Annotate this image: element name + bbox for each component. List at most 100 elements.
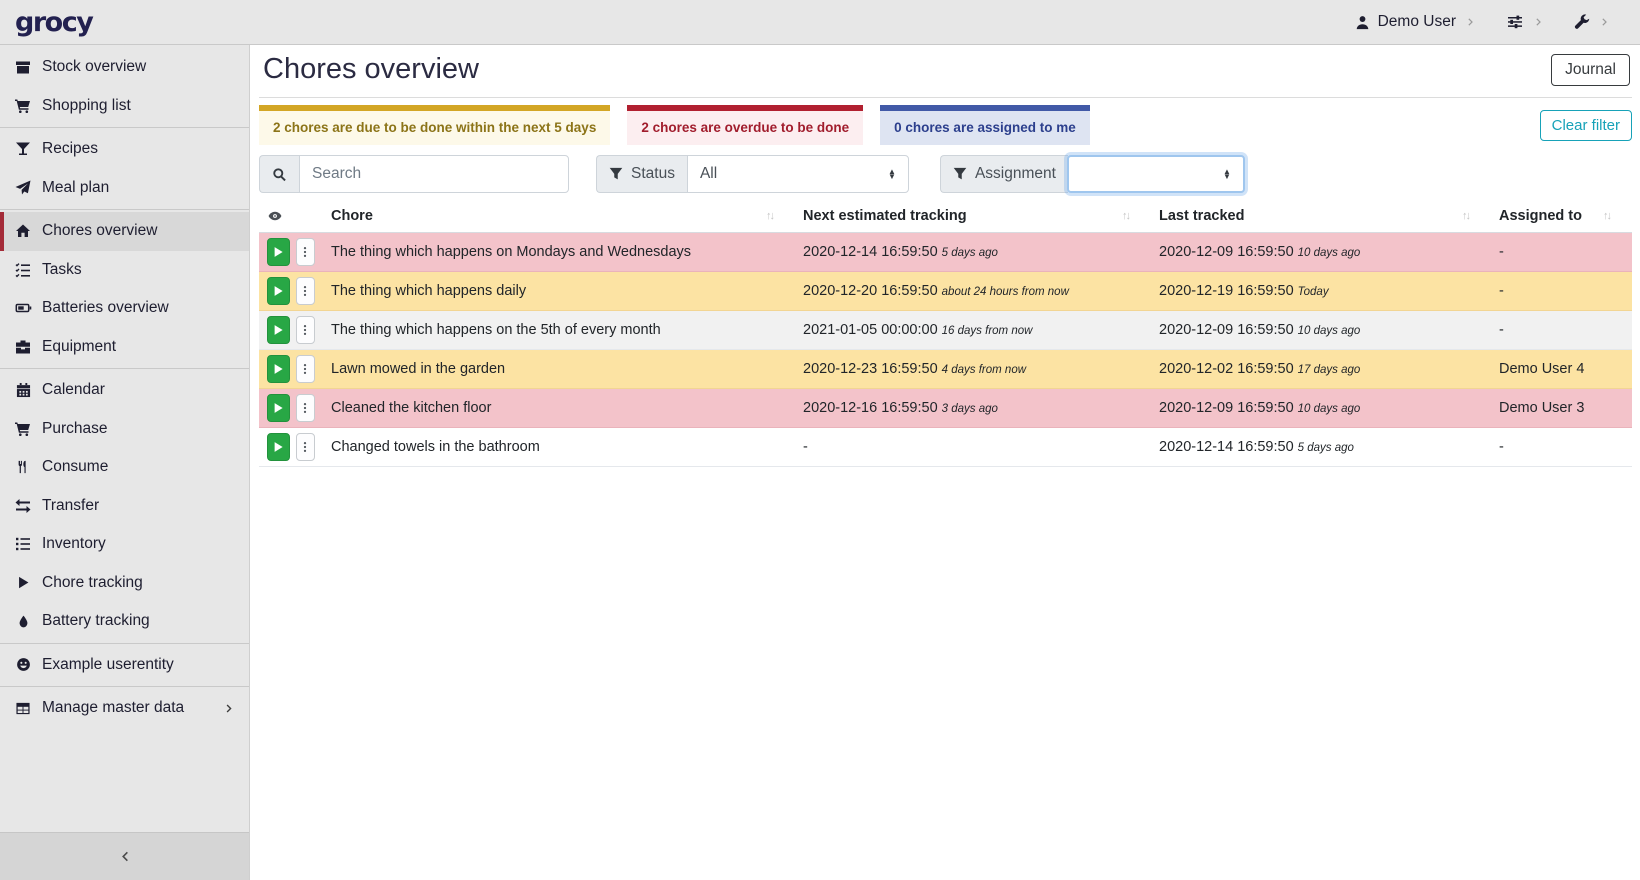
sidebar-item-label: Equipment [42,338,116,356]
sidebar-item-recipes[interactable]: Recipes [0,130,249,169]
settings-menu[interactable] [1506,14,1544,30]
next-tracking-relative: about 24 hours from now [942,286,1069,298]
sidebar-item-batteries-overview[interactable]: Batteries overview [0,289,249,328]
search-addon [259,155,299,193]
sidebar-item-inventory[interactable]: Inventory [0,525,249,564]
tint-icon [14,614,32,629]
page-header: Chores overview Journal [259,49,1632,98]
sidebar-item-example-userentity[interactable]: Example userentity [0,646,249,685]
chore-name[interactable]: Lawn mowed in the garden [323,350,795,389]
row-menu-button[interactable] [296,316,315,344]
sidebar-item-label: Shopping list [42,97,131,115]
journal-button[interactable]: Journal [1551,54,1630,86]
last-tracked-date: 2020-12-19 16:59:50 [1159,283,1294,299]
top-bar: grocy Demo User [0,0,1640,45]
chore-name[interactable]: Cleaned the kitchen floor [323,389,795,428]
next-tracking-date: 2020-12-14 16:59:50 [803,244,938,260]
header-chore[interactable]: Chore↑↓ [323,202,795,233]
sidebar-item-purchase[interactable]: Purchase [0,410,249,449]
sidebar-item-manage-master-data[interactable]: Manage master data [0,689,249,728]
sidebar-item-consume[interactable]: Consume [0,448,249,487]
table-row: Cleaned the kitchen floor 2020-12-16 16:… [259,389,1632,428]
admin-tools-menu[interactable] [1574,14,1610,30]
track-chore-button[interactable] [267,394,290,422]
last-tracked-cell: 2020-12-14 16:59:505 days ago [1151,428,1491,467]
sidebar-item-chore-tracking[interactable]: Chore tracking [0,564,249,603]
status-filter-label: Status [596,155,687,193]
sidebar-item-chores-overview[interactable]: Chores overview [0,212,249,251]
box-icon [14,59,32,75]
row-menu-button[interactable] [296,394,315,422]
summary-cards: 2 chores are due to be done within the n… [259,105,1090,145]
status-select[interactable]: All ▲▼ [687,155,909,193]
sidebar-item-battery-tracking[interactable]: Battery tracking [0,602,249,641]
next-tracking-cell: 2020-12-16 16:59:503 days ago [795,389,1151,428]
table-row: Changed towels in the bathroom - 2020-12… [259,428,1632,467]
sidebar-item-transfer[interactable]: Transfer [0,487,249,526]
grocy-logo[interactable]: grocy [0,7,92,38]
column-visibility-header[interactable] [259,202,323,233]
assignment-select[interactable]: ▲▼ [1067,155,1245,193]
row-menu-button[interactable] [296,238,315,266]
row-menu-button[interactable] [296,277,315,305]
last-tracked-relative: 5 days ago [1298,442,1354,454]
sidebar-divider [0,643,249,644]
track-chore-button[interactable] [267,277,290,305]
next-tracking-date: - [803,439,808,455]
sidebar-divider [0,368,249,369]
header-last-tracked[interactable]: Last tracked↑↓ [1151,202,1491,233]
sidebar-collapse-button[interactable] [0,832,249,880]
last-tracked-cell: 2020-12-19 16:59:50Today [1151,272,1491,311]
clear-filter-button[interactable]: Clear filter [1540,110,1632,141]
sidebar-item-label: Recipes [42,140,98,158]
header-next-label: Next estimated tracking [803,208,967,224]
chores-table: Chore↑↓ Next estimated tracking ↑↓ Last t… [259,202,1632,467]
sort-icon[interactable]: ↑↓ [1462,210,1483,222]
overdue-card[interactable]: 2 chores are overdue to be done [627,105,863,145]
sidebar-item-label: Batteries overview [42,299,169,317]
sidebar-item-label: Stock overview [42,58,146,76]
track-chore-button[interactable] [267,316,290,344]
chore-name[interactable]: Changed towels in the bathroom [323,428,795,467]
table-row: Lawn mowed in the garden 2020-12-23 16:5… [259,350,1632,389]
row-menu-button[interactable] [296,355,315,383]
next-tracking-cell: 2020-12-20 16:59:50about 24 hours from n… [795,272,1151,311]
next-tracking-date: 2021-01-05 00:00:00 [803,322,938,338]
sort-icon[interactable]: ↑↓ [1603,210,1624,222]
shopping-cart-icon [14,98,32,114]
sort-icon[interactable]: ↑↓ [766,210,787,222]
filter-icon [953,167,967,181]
sort-icon[interactable]: ↑↓ [1122,210,1143,222]
table-icon [14,701,32,716]
chore-name[interactable]: The thing which happens on the 5th of ev… [323,311,795,350]
calendar-icon [14,382,32,398]
chore-name[interactable]: The thing which happens on Mondays and W… [323,233,795,272]
select-arrows-icon: ▲▼ [1223,169,1231,179]
sidebar-item-label: Meal plan [42,179,109,197]
row-menu-button[interactable] [296,433,315,461]
header-assigned-to[interactable]: Assigned to↑↓ [1491,202,1632,233]
user-menu[interactable]: Demo User [1355,13,1476,31]
table-row: The thing which happens on Mondays and W… [259,233,1632,272]
chore-name[interactable]: The thing which happens daily [323,272,795,311]
sidebar-item-stock-overview[interactable]: Stock overview [0,48,249,87]
next-tracking-cell: 2021-01-05 00:00:0016 days from now [795,311,1151,350]
sidebar-item-equipment[interactable]: Equipment [0,328,249,367]
last-tracked-relative: 10 days ago [1298,403,1361,415]
track-chore-button[interactable] [267,433,290,461]
sidebar-item-calendar[interactable]: Calendar [0,371,249,410]
assigned-to-cell: Demo User 3 [1491,389,1632,428]
assigned-to-me-card[interactable]: 0 chores are assigned to me [880,105,1090,145]
track-chore-button[interactable] [267,238,290,266]
header-next-tracking[interactable]: Next estimated tracking ↑↓ [795,202,1151,233]
due-soon-card[interactable]: 2 chores are due to be done within the n… [259,105,610,145]
sidebar-item-meal-plan[interactable]: Meal plan [0,169,249,208]
sidebar-item-shopping-list[interactable]: Shopping list [0,87,249,126]
sidebar-item-label: Manage master data [42,699,184,717]
sidebar-item-label: Calendar [42,381,105,399]
search-input[interactable] [299,155,569,193]
track-chore-button[interactable] [267,355,290,383]
filter-icon [609,167,623,181]
sidebar-item-tasks[interactable]: Tasks [0,251,249,290]
sliders-icon [1506,14,1524,30]
